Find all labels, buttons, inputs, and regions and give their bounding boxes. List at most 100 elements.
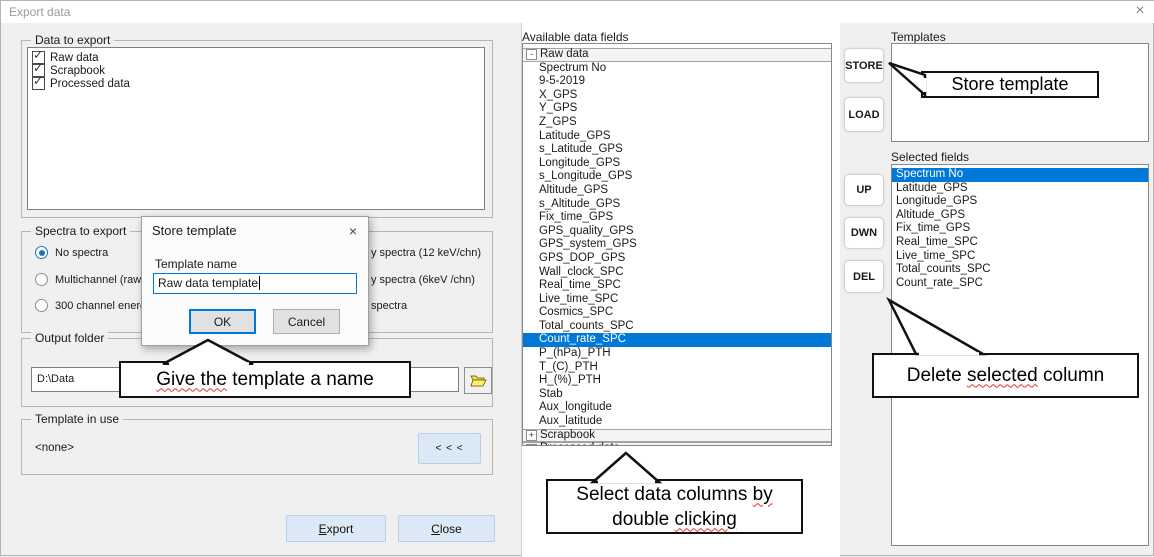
dialog-title: Store template [152,223,237,238]
tree-row-label: Latitude_GPS [539,130,611,142]
tree-item-row[interactable]: Total_counts_SPC [523,320,831,334]
checkbox-label: Raw data [50,52,99,64]
checkbox-label: Scrapbook [50,65,105,77]
tree-item-row[interactable]: Wall_clock_SPC [523,266,831,280]
group-label-template-in-use: Template in use [31,412,123,426]
tree-row-label: Total_counts_SPC [539,320,634,332]
tree-item-row[interactable]: Z_GPS [523,116,831,130]
tree-item-row[interactable]: P_(hPa)_PTH [523,347,831,361]
tree-item-row[interactable]: Altitude_GPS [523,184,831,198]
selected-field-row[interactable]: Altitude_GPS [892,209,1148,223]
selected-field-row[interactable]: Spectrum No [892,168,1148,182]
tree-item-row[interactable]: Spectrum No [523,62,831,76]
tree-group-row[interactable]: +Processed data [523,442,831,446]
tree-group-row[interactable]: +Scrapbook [523,429,831,443]
dialog-close-icon[interactable]: × [342,221,364,241]
export-data-option[interactable]: ✓Scrapbook [32,64,484,77]
tree-item-row[interactable]: Y_GPS [523,102,831,116]
template-name-input[interactable]: Raw data template [153,273,357,294]
tree-row-label: T_(C)_PTH [539,361,598,373]
radio-label: 300 channel energy [55,300,152,312]
callout-text: Store template [951,74,1068,94]
tree-item-row[interactable]: Aux_latitude [523,415,831,429]
delete-field-button[interactable]: DEL [844,260,884,293]
move-up-button[interactable]: UP [844,174,884,206]
radio-icon[interactable] [35,273,48,286]
group-label-data-to-export: Data to export [31,33,114,47]
spectra-option[interactable]: 300 channel energy [35,299,152,312]
load-template-button[interactable]: LOAD [844,97,884,132]
checkbox-icon[interactable]: ✓ [32,77,45,90]
checkbox-label: Processed data [50,78,130,90]
tree-item-row[interactable]: H_(%)_PTH [523,374,831,388]
tree-row-label: Z_GPS [539,116,577,128]
tree-item-row[interactable]: Count_rate_SPC [523,333,831,347]
data-to-export-listbox[interactable]: ✓Raw data✓Scrapbook✓ Processed data [27,47,485,210]
tree-row-label: X_GPS [539,89,577,101]
tree-item-row[interactable]: Latitude_GPS [523,130,831,144]
radio-icon[interactable] [35,246,48,259]
tree-item-row[interactable]: Longitude_GPS [523,157,831,171]
collapse-icon[interactable]: - [526,49,537,60]
tree-item-row[interactable]: Real_time_SPC [523,279,831,293]
tree-item-row[interactable]: Aux_longitude [523,401,831,415]
tree-row-label: Count_rate_SPC [539,333,626,345]
tree-item-row[interactable]: X_GPS [523,89,831,103]
cancel-button[interactable]: Cancel [273,309,340,334]
export-button[interactable]: Export [286,515,386,542]
tree-item-row[interactable]: GPS_DOP_GPS [523,252,831,266]
tree-item-row[interactable]: Live_time_SPC [523,293,831,307]
tree-row-label: Live_time_SPC [539,293,618,305]
tree-row-label: s_Altitude_GPS [539,198,620,210]
move-down-button[interactable]: DWN [844,217,884,249]
callout-pointer [885,57,931,101]
export-data-option[interactable]: ✓Raw data [32,51,484,64]
tree-group-row[interactable]: -Raw data [523,48,831,62]
browse-folder-button[interactable] [464,367,492,394]
tree-row-label: Cosmics_SPC [539,306,613,318]
tree-row-label: H_(%)_PTH [539,374,601,386]
selected-field-row[interactable]: Real_time_SPC [892,236,1148,250]
expand-icon[interactable]: + [526,430,537,441]
selected-field-row[interactable]: Live_time_SPC [892,250,1148,264]
available-fields-label: Available data fields [522,30,629,44]
ok-button[interactable]: OK [189,309,256,334]
tree-item-row[interactable]: GPS_system_GPS [523,238,831,252]
tree-item-row[interactable]: Stab [523,388,831,402]
tree-item-row[interactable]: s_Latitude_GPS [523,143,831,157]
selected-field-row[interactable]: Total_counts_SPC [892,263,1148,277]
tree-item-row[interactable]: s_Altitude_GPS [523,198,831,212]
tree-item-row[interactable]: Cosmics_SPC [523,306,831,320]
callout-text: by [753,484,773,505]
tree-item-row[interactable]: 9-5-2019 [523,75,831,89]
template-name-value: Raw data template [158,276,258,290]
callout-text: double [612,509,674,530]
callout-give-template-name: Give the template a name [119,361,411,398]
available-fields-tree[interactable]: -Raw dataSpectrum No9-5-2019X_GPSY_GPSZ_… [522,43,832,446]
expand-icon[interactable]: + [526,444,537,446]
store-template-dialog: Store template × Template name Raw data … [141,216,369,346]
close-button[interactable]: Close [398,515,495,542]
spectra-option-fragment: spectra [371,300,407,312]
callout-pointer [161,337,261,365]
radio-icon[interactable] [35,299,48,312]
tree-item-row[interactable]: Fix_time_GPS [523,211,831,225]
tree-item-row[interactable]: T_(C)_PTH [523,361,831,375]
tree-row-label: Altitude_GPS [539,184,608,196]
tree-row-label: Aux_longitude [539,401,612,413]
selected-field-row[interactable]: Fix_time_GPS [892,222,1148,236]
template-in-use-value: <none> [35,442,74,454]
export-data-option[interactable]: ✓ Processed data [32,77,484,90]
selected-field-row[interactable]: Latitude_GPS [892,182,1148,196]
tree-row-label: Fix_time_GPS [539,211,613,223]
spectra-option[interactable]: No spectra [35,246,108,259]
tree-item-row[interactable]: s_Longitude_GPS [523,170,831,184]
selected-field-row[interactable]: Longitude_GPS [892,195,1148,209]
window-close-icon[interactable]: × [1127,1,1153,22]
tree-row-label: Wall_clock_SPC [539,266,624,278]
recall-template-button[interactable]: < < < [418,433,481,464]
tree-row-label: Aux_latitude [539,415,602,427]
store-template-button[interactable]: STORE [844,48,884,83]
tree-item-row[interactable]: GPS_quality_GPS [523,225,831,239]
selected-field-row[interactable]: Count_rate_SPC [892,277,1148,291]
